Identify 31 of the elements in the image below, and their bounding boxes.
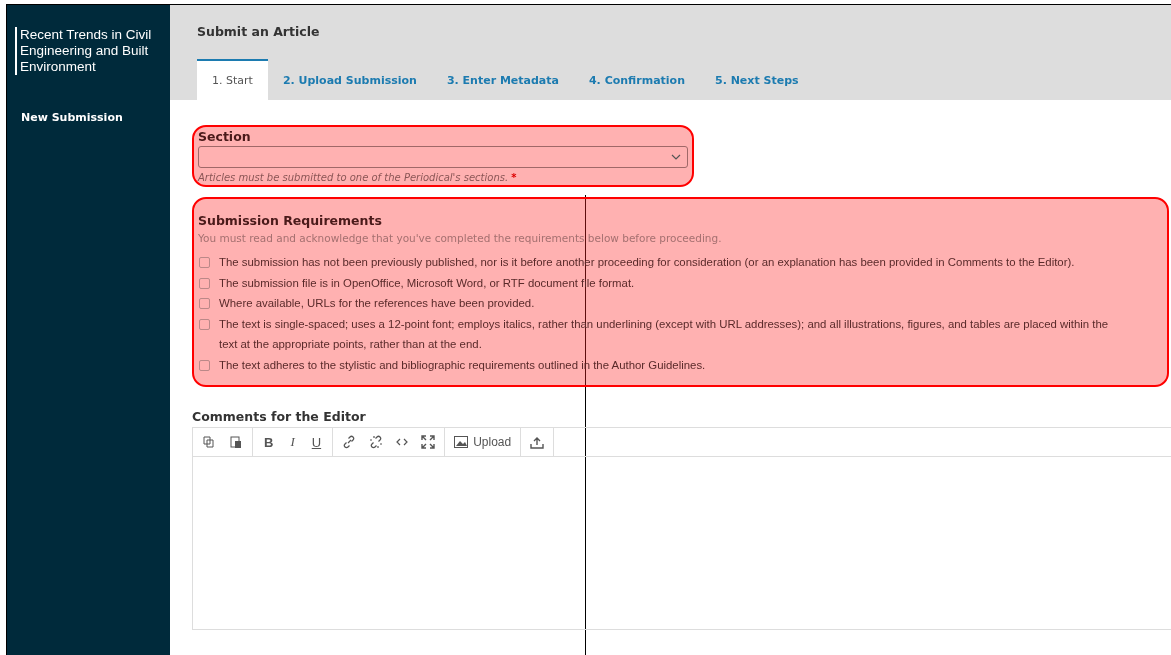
step-tab[interactable]: 1. Start (197, 59, 268, 100)
requirement-text: Where available, URLs for the references have been provided. (219, 296, 535, 311)
comments-editor[interactable]: B I U Upload (192, 427, 1171, 630)
section-help-text: Articles must be submitted to one of the Periodical's sections. (198, 172, 509, 183)
journal-logo[interactable]: Recent Trends in Civil Engineering and Built Environment (15, 27, 158, 75)
unlink-icon[interactable] (369, 435, 384, 449)
section-select[interactable] (198, 146, 688, 168)
paste-icon[interactable] (229, 435, 243, 449)
page-title: Submit an Article (197, 24, 321, 39)
checkbox[interactable] (199, 318, 210, 330)
comments-label: Comments for the Editor (192, 409, 367, 424)
checkbox[interactable] (199, 359, 210, 371)
format-button[interactable]: I (288, 434, 297, 450)
link-icon[interactable] (342, 435, 357, 449)
format-button[interactable]: U (309, 434, 324, 450)
checkbox[interactable] (199, 277, 210, 289)
format-button[interactable]: B (262, 434, 276, 450)
requirements-intro: You must read and acknowledge that you've completed the requirements below before proceeding. (198, 232, 723, 244)
upload-image-button[interactable]: Upload (454, 435, 512, 449)
image-icon (454, 436, 469, 448)
checkbox[interactable] (199, 298, 210, 309)
code-icon[interactable] (396, 437, 409, 447)
required-mark: * (511, 172, 517, 183)
section-label: Section (198, 129, 252, 144)
checkbox[interactable] (199, 257, 210, 268)
sidebar-item[interactable]: New Submission (21, 111, 170, 124)
copy-icon[interactable] (202, 435, 216, 449)
upload-icon[interactable] (530, 435, 545, 449)
requirements-title: Submission Requirements (198, 213, 383, 228)
chevron-down-icon (671, 154, 681, 160)
fullscreen-icon[interactable] (421, 435, 436, 449)
